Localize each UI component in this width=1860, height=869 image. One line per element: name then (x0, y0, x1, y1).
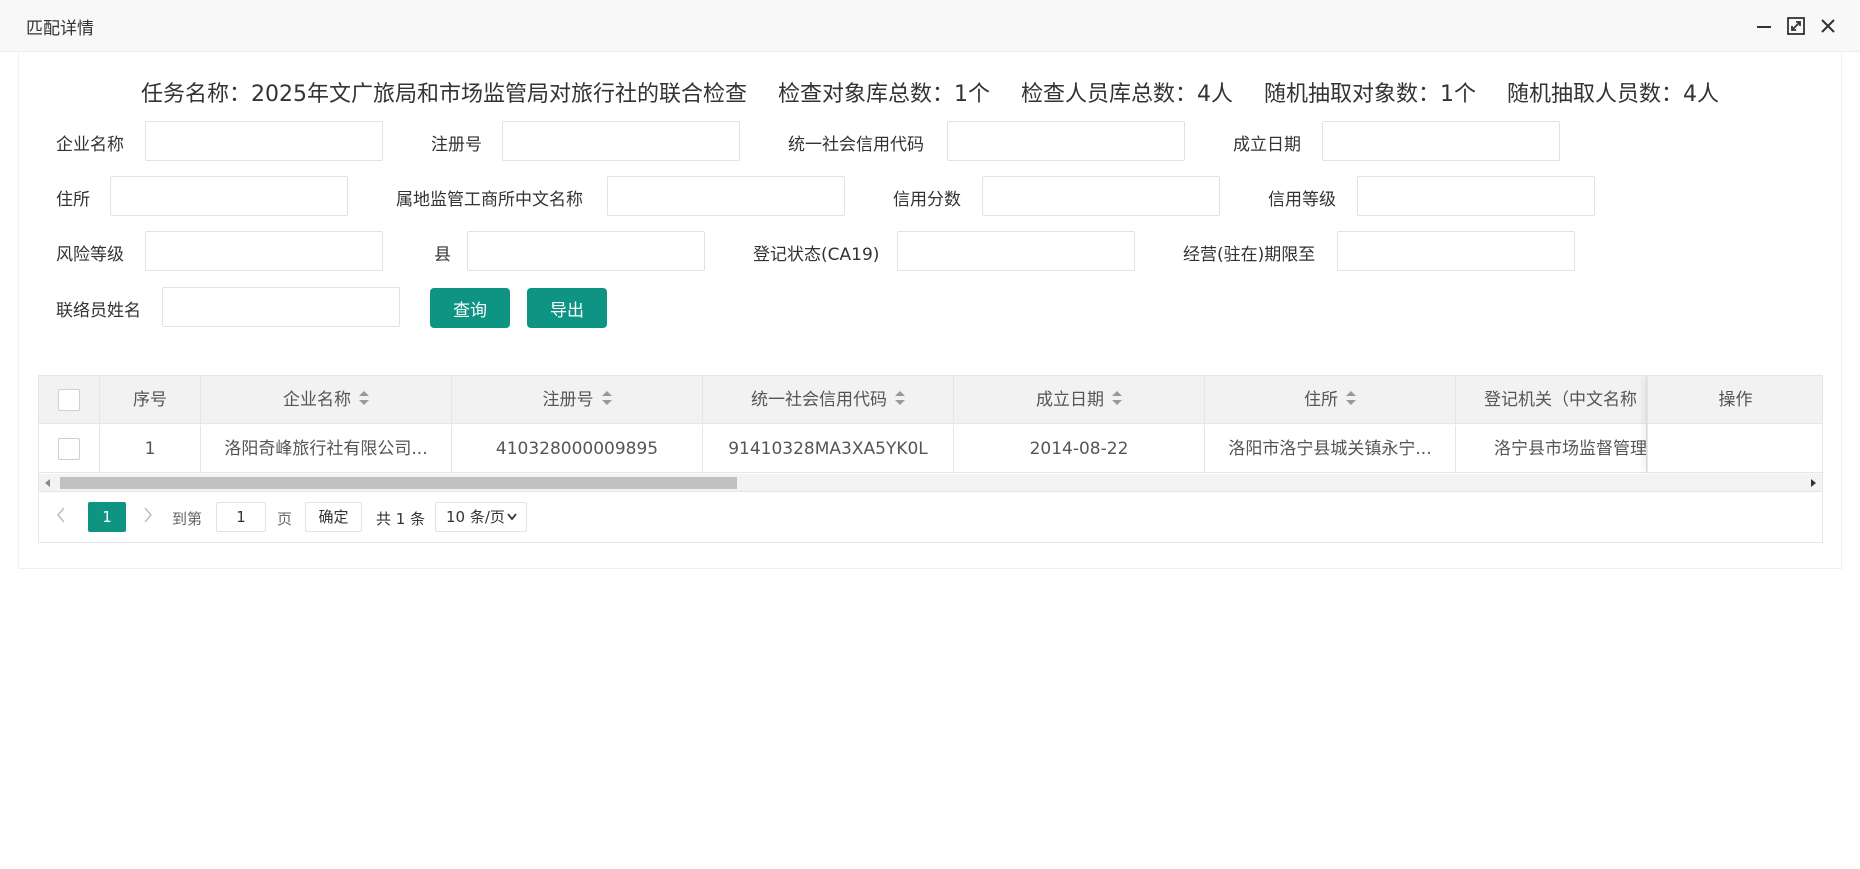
operation-term-label: 经营(驻在)期限至 (1183, 245, 1316, 265)
operation-term-input[interactable] (1337, 231, 1575, 271)
maximize-icon[interactable] (1784, 14, 1808, 38)
goto-confirm-button[interactable]: 确定 (305, 502, 362, 532)
row-checkbox[interactable] (58, 438, 80, 460)
reg-no-label: 注册号 (431, 135, 482, 155)
task-name: 任务名称：2025年文广旅局和市场监管局对旅行社的联合检查 (141, 82, 747, 107)
row-select-cell (39, 425, 100, 473)
credit-code-label: 统一社会信用代码 (788, 135, 924, 155)
header-credit-code[interactable]: 统一社会信用代码 (703, 376, 954, 424)
row-reg-authority: 洛宁县市场监督管理 (1456, 425, 1647, 473)
header-found-date-label: 成立日期 (1036, 390, 1104, 410)
company-name-input[interactable] (145, 121, 383, 161)
header-index: 序号 (100, 376, 201, 424)
header-address[interactable]: 住所 (1205, 376, 1456, 424)
row-credit-code: 91410328MA3XA5YK0L (703, 425, 954, 473)
header-credit-code-label: 统一社会信用代码 (751, 390, 887, 410)
goto-page-input[interactable] (216, 502, 266, 532)
header-company-name-label: 企业名称 (283, 390, 351, 410)
goto-label: 到第 (172, 510, 203, 528)
prev-page-icon[interactable] (55, 506, 67, 528)
found-date-input[interactable] (1322, 121, 1560, 161)
task-summary: 任务名称：2025年文广旅局和市场监管局对旅行社的联合检查 检查对象库总数：1个… (0, 76, 1860, 108)
county-input[interactable] (467, 231, 705, 271)
credit-code-input[interactable] (947, 121, 1185, 161)
county-label: 县 (434, 245, 451, 265)
header-reg-authority: 登记机关（中文名称 (1456, 376, 1647, 424)
sort-icon[interactable] (1346, 390, 1356, 406)
reg-status-input[interactable] (897, 231, 1135, 271)
page-1-button[interactable]: 1 (88, 502, 126, 532)
sort-icon[interactable] (359, 390, 369, 406)
table-header: 序号 企业名称 注册号 统一社会信用代码 成立日期 住所 登记机关（中文名称 操… (39, 376, 1822, 424)
header-select-cell (39, 376, 100, 424)
reg-status-label: 登记状态(CA19) (753, 245, 880, 265)
row-index: 1 (100, 425, 201, 473)
pagination: 1 到第 页 确定 共 1 条 10 条/页 (39, 493, 1822, 542)
next-page-icon[interactable] (142, 506, 154, 528)
object-total: 检查对象库总数：1个 (778, 82, 990, 107)
row-address: 洛阳市洛宁县城关镇永宁... (1205, 425, 1456, 473)
header-reg-no-label: 注册号 (542, 390, 594, 410)
query-button[interactable]: 查询 (430, 288, 510, 328)
fixed-operation-column (1647, 376, 1822, 473)
address-label: 住所 (56, 190, 90, 210)
row-found-date: 2014-08-22 (954, 425, 1205, 473)
liaison-name-input[interactable] (162, 287, 400, 327)
row-company-name: 洛阳奇峰旅行社有限公司... (201, 425, 452, 473)
found-date-label: 成立日期 (1233, 135, 1301, 155)
credit-score-label: 信用分数 (893, 190, 961, 210)
risk-level-input[interactable] (145, 231, 383, 271)
supervision-office-label: 属地监管工商所中文名称 (396, 190, 583, 210)
minimize-icon[interactable] (1752, 14, 1776, 38)
page-size-select[interactable]: 10 条/页 (435, 502, 527, 532)
window-titlebar: 匹配详情 (0, 0, 1860, 52)
header-address-label: 住所 (1304, 390, 1338, 410)
page-unit-label: 页 (277, 510, 293, 528)
sort-icon[interactable] (1112, 390, 1122, 406)
address-input[interactable] (110, 176, 348, 216)
credit-level-input[interactable] (1357, 176, 1595, 216)
select-all-checkbox[interactable] (58, 389, 80, 411)
scrollbar-thumb[interactable] (60, 477, 737, 489)
liaison-name-label: 联络员姓名 (56, 301, 141, 321)
scroll-right-icon[interactable] (1807, 477, 1819, 489)
table-row[interactable]: 1 洛阳奇峰旅行社有限公司... 410328000009895 9141032… (39, 425, 1822, 473)
random-personnel: 随机抽取人员数：4人 (1507, 82, 1719, 107)
random-objects: 随机抽取对象数：1个 (1264, 82, 1476, 107)
sort-icon[interactable] (895, 390, 905, 406)
personnel-total: 检查人员库总数：4人 (1021, 82, 1233, 107)
window-title: 匹配详情 (26, 19, 94, 39)
reg-no-input[interactable] (502, 121, 740, 161)
company-name-label: 企业名称 (56, 135, 124, 155)
header-reg-no[interactable]: 注册号 (452, 376, 703, 424)
credit-score-input[interactable] (982, 176, 1220, 216)
header-found-date[interactable]: 成立日期 (954, 376, 1205, 424)
result-table: 序号 企业名称 注册号 统一社会信用代码 成立日期 住所 登记机关（中文名称 操… (38, 375, 1823, 543)
total-count: 共 1 条 (376, 510, 426, 528)
supervision-office-input[interactable] (607, 176, 845, 216)
export-button[interactable]: 导出 (527, 288, 607, 328)
row-reg-no: 410328000009895 (452, 425, 703, 473)
page-size-value: 10 条/页 (446, 508, 505, 526)
header-company-name[interactable]: 企业名称 (201, 376, 452, 424)
chevron-down-icon (506, 503, 518, 540)
risk-level-label: 风险等级 (56, 245, 124, 265)
sort-icon[interactable] (601, 390, 612, 406)
close-icon[interactable] (1816, 14, 1840, 38)
scroll-left-icon[interactable] (42, 477, 54, 489)
horizontal-scrollbar[interactable] (39, 474, 1822, 492)
credit-level-label: 信用等级 (1268, 190, 1336, 210)
